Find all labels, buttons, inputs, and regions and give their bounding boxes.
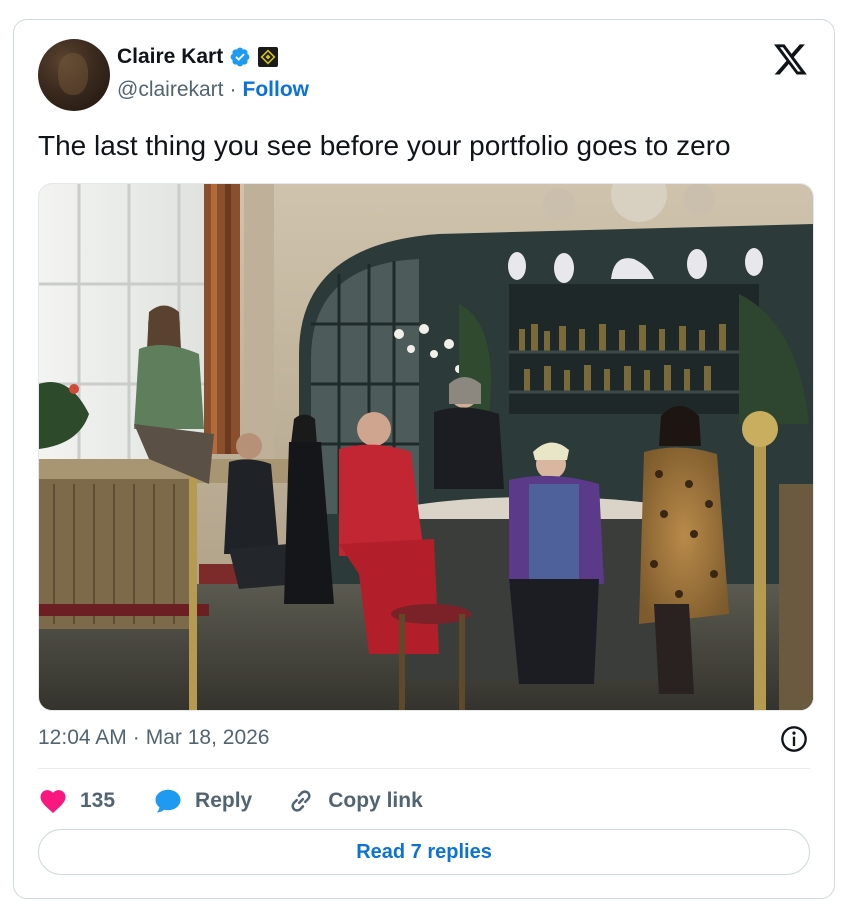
reply-label: Reply	[195, 789, 253, 812]
reply-bubble-icon	[155, 789, 181, 813]
tweet-card: Claire Kart @clairekart · Follow The las…	[13, 19, 835, 899]
handle-separator: ·	[229, 78, 237, 101]
tweet-timestamp[interactable]: 12:04 AM · Mar 18, 2026	[38, 726, 269, 750]
divider	[38, 768, 810, 769]
author-handle-row: @clairekart · Follow	[117, 78, 309, 102]
tweet-text: The last thing you see before your portf…	[38, 130, 731, 161]
tweet-date: Mar 18, 2026	[145, 726, 270, 749]
heart-icon	[40, 790, 66, 813]
author-name-row: Claire Kart	[117, 45, 279, 69]
tweet-photo[interactable]	[38, 183, 814, 711]
info-icon[interactable]	[780, 725, 808, 753]
copy-link-label: Copy link	[328, 789, 423, 812]
author-handle[interactable]: @clairekart	[117, 78, 224, 102]
tweet-actions: 135 Reply Copy link	[38, 783, 423, 819]
group-portrait-photo	[39, 184, 813, 710]
copy-link-button[interactable]: Copy link	[286, 786, 423, 816]
x-logo-icon[interactable]	[774, 44, 808, 76]
follow-button[interactable]: Follow	[243, 78, 310, 102]
timestamp-separator: ·	[132, 726, 140, 749]
author-name[interactable]: Claire Kart	[117, 45, 223, 69]
like-button[interactable]: 135	[38, 786, 115, 816]
like-count: 135	[80, 789, 116, 812]
tweet-time: 12:04 AM	[38, 726, 127, 749]
verified-badge-icon	[230, 47, 250, 67]
read-replies-button[interactable]: Read 7 replies	[38, 829, 810, 875]
affiliate-badge-icon	[258, 47, 279, 67]
link-icon	[291, 790, 311, 812]
reply-button[interactable]: Reply	[153, 786, 252, 816]
author-avatar[interactable]	[38, 39, 110, 111]
